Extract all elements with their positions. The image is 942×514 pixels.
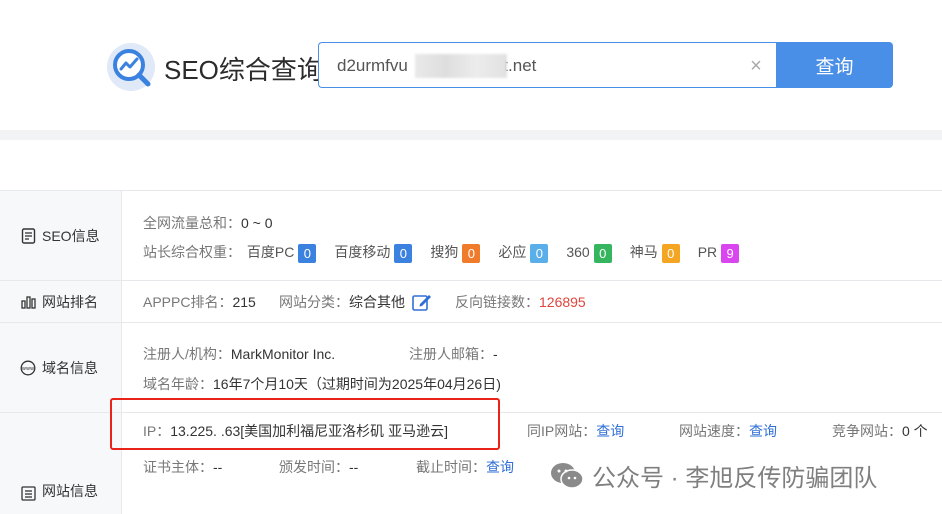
monitor-icon xyxy=(20,485,36,501)
email-label: 注册人邮箱： xyxy=(409,346,493,362)
traffic-value: 0 ~ 0 xyxy=(241,215,273,231)
document-icon xyxy=(20,227,36,244)
expire-link[interactable]: 查询 xyxy=(486,459,514,475)
search-button[interactable]: 查询 xyxy=(776,42,893,88)
category-label: 网站分类： xyxy=(279,294,349,310)
weight-badge[interactable]: 0 xyxy=(661,243,680,263)
same-ip-label: 同IP网站： xyxy=(527,423,597,439)
weight-badge[interactable]: 0 xyxy=(394,243,413,263)
backlinks-label: 反向链接数： xyxy=(455,294,539,310)
category-cell: 网站分类：综合其他 xyxy=(279,292,432,314)
backlinks-cell: 反向链接数：126895 xyxy=(455,292,586,312)
watermark: 公众号 · 李旭反传防骗团队 xyxy=(550,458,877,493)
weight-item: 360 0 xyxy=(566,243,612,263)
redaction-blur xyxy=(415,54,507,78)
highlight-box xyxy=(110,398,500,450)
issue-cell: 颁发时间：-- xyxy=(279,457,358,477)
email-cell: 注册人邮箱：- xyxy=(409,344,498,364)
weight-name: 百度移动 xyxy=(334,244,391,260)
weight-badge[interactable]: 0 xyxy=(593,243,612,263)
seo-logo-icon xyxy=(107,43,155,91)
email-value: - xyxy=(493,346,498,362)
registrant-cell: 注册人/机构：MarkMonitor Inc. xyxy=(143,344,335,364)
weight-name: 必应 xyxy=(498,244,527,260)
weight-item: 百度移动 0 xyxy=(334,243,413,263)
search-input[interactable] xyxy=(337,55,717,77)
svg-text:www: www xyxy=(22,366,34,372)
apppc-value: 215 xyxy=(232,294,256,310)
cert-cell: 证书主体：-- xyxy=(143,457,222,477)
weights-list: 百度PC 0 百度移动 0 搜狗 0 必应 0 360 0 神马 0 PR 9 xyxy=(245,243,740,263)
weight-name: 搜狗 xyxy=(430,244,459,260)
seo-info-header: SEO信息 xyxy=(0,191,122,280)
cert-label: 证书主体： xyxy=(143,459,213,475)
weight-badge[interactable]: 9 xyxy=(721,243,740,263)
weights-cell: 站长综合权重： 百度PC 0 百度移动 0 搜狗 0 必应 0 360 0 神马 0 PR 9 xyxy=(143,242,740,263)
edit-icon[interactable] xyxy=(412,293,432,314)
speed-label: 网站速度： xyxy=(679,423,749,439)
site-info-title: 网站信息 xyxy=(42,483,98,499)
weight-name: 百度PC xyxy=(246,244,295,260)
site-rank-header: 网站排名 xyxy=(0,281,122,322)
domain-info-title: 域名信息 xyxy=(42,359,98,376)
speed-link[interactable]: 查询 xyxy=(749,423,777,439)
age-cell: 域名年龄：16年7个月10天（过期时间为2025年04月26日) xyxy=(143,374,501,394)
registrant-label: 注册人/机构： xyxy=(143,346,231,362)
section-divider xyxy=(0,130,942,140)
clear-icon[interactable]: × xyxy=(747,56,765,76)
weight-name: 360 xyxy=(566,244,590,260)
site-info-header: 网站信息 xyxy=(0,413,122,514)
compete-cell: 竞争网站：0 个 xyxy=(832,421,928,441)
seo-info-row: SEO信息 全网流量总和：0 ~ 0 站长综合权重： 百度PC 0 百度移动 0 搜狗 0… xyxy=(0,191,942,281)
watermark-text: 公众号 · 李旭反传防骗团队 xyxy=(592,465,878,492)
weight-item: PR 9 xyxy=(697,243,740,263)
apppc-cell: APPPC排名：215 xyxy=(143,292,256,312)
backlinks-value[interactable]: 126895 xyxy=(539,294,586,310)
registrant-value: MarkMonitor Inc. xyxy=(230,346,336,362)
bar-chart-icon xyxy=(20,294,36,310)
expire-cell: 截止时间：查询 xyxy=(416,457,514,477)
issue-label: 颁发时间： xyxy=(279,459,349,475)
header: SEO综合查询 × 查询 xyxy=(0,0,942,130)
weight-name: 神马 xyxy=(629,244,658,260)
weight-badge[interactable]: 0 xyxy=(530,243,549,263)
traffic-cell: 全网流量总和：0 ~ 0 xyxy=(143,213,273,233)
traffic-label: 全网流量总和： xyxy=(143,215,241,231)
same-ip-link[interactable]: 查询 xyxy=(596,423,624,439)
site-rank-title: 网站排名 xyxy=(42,293,98,310)
apppc-label: APPPC排名： xyxy=(143,294,233,310)
seo-info-title: SEO信息 xyxy=(42,227,100,244)
weight-item: 搜狗 0 xyxy=(430,243,481,263)
domain-info-header: www 域名信息 xyxy=(0,323,122,412)
weight-item: 神马 0 xyxy=(629,243,680,263)
weight-badge[interactable]: 0 xyxy=(462,243,481,263)
issue-value: -- xyxy=(349,459,359,475)
compete-label: 竞争网站： xyxy=(832,423,902,439)
expire-label: 截止时间： xyxy=(416,459,486,475)
www-globe-icon: www xyxy=(20,360,36,376)
age-value: 16年7个月10天（过期时间为2025年04月26日) xyxy=(213,376,501,392)
same-ip-cell: 同IP网站：查询 xyxy=(527,421,624,441)
weight-item: 百度PC 0 xyxy=(246,243,317,263)
search-box[interactable]: × xyxy=(318,42,776,88)
cert-value: -- xyxy=(213,459,223,475)
weight-badge[interactable]: 0 xyxy=(298,243,317,263)
weight-label: 站长综合权重： xyxy=(143,244,241,260)
age-label: 域名年龄： xyxy=(143,376,213,392)
site-rank-row: 网站排名 APPPC排名：215 网站分类：综合其他 反向链接数：126895 xyxy=(0,281,942,323)
speed-cell: 网站速度：查询 xyxy=(679,421,777,441)
weight-name: PR xyxy=(697,244,718,260)
wechat-icon xyxy=(551,462,584,489)
weight-item: 必应 0 xyxy=(498,243,549,263)
logo-title: SEO综合查询 xyxy=(164,55,323,85)
compete-value: 0 个 xyxy=(902,423,928,439)
category-value: 综合其他 xyxy=(349,294,405,310)
